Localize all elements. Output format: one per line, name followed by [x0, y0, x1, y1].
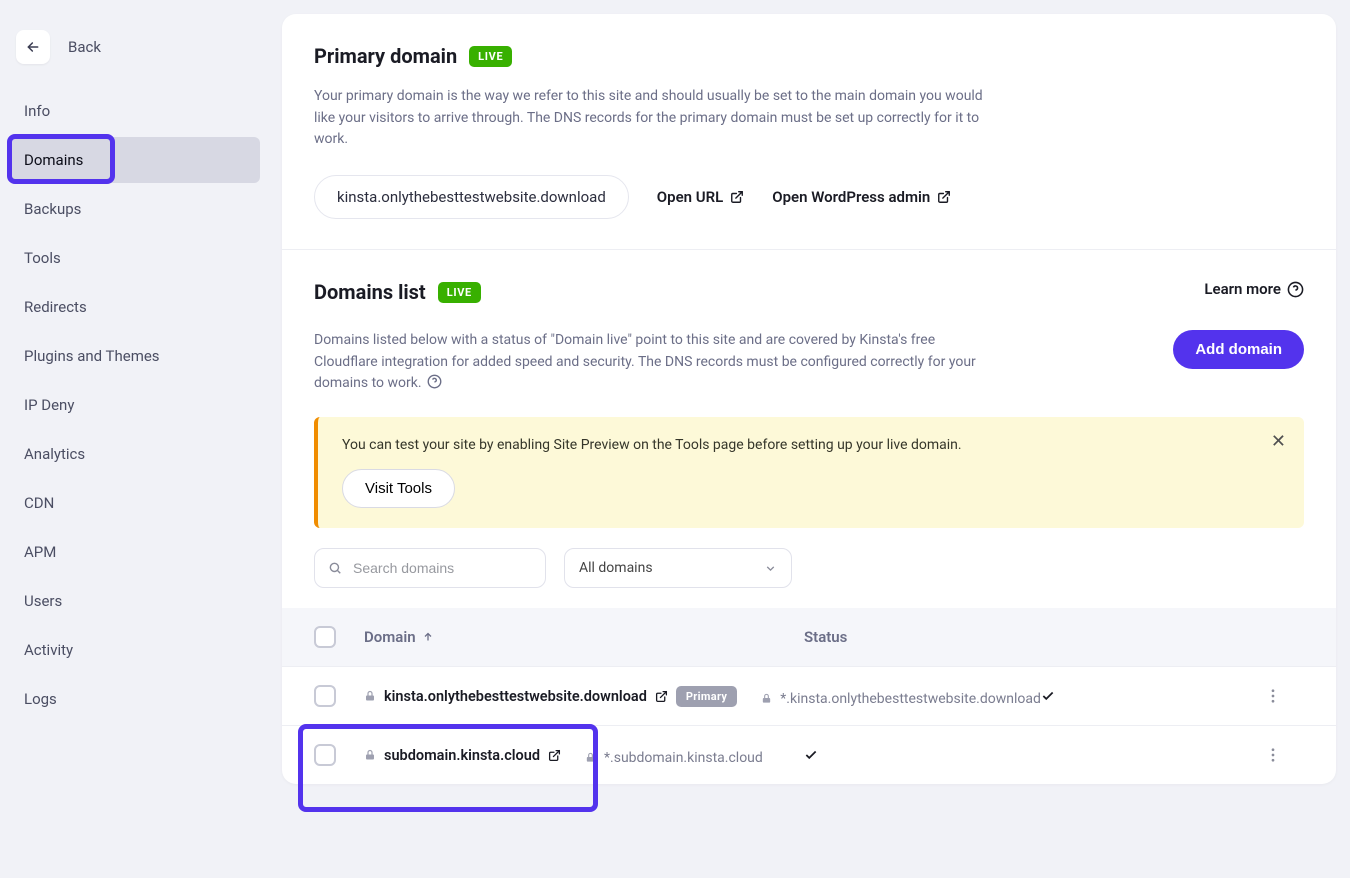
- filter-row: All domains: [282, 548, 1336, 608]
- card: Primary domain LIVE Your primary domain …: [282, 14, 1336, 784]
- sidebar-item-analytics[interactable]: Analytics: [10, 431, 260, 477]
- external-link-icon[interactable]: [655, 690, 668, 703]
- sidebar-item-cdn[interactable]: CDN: [10, 480, 260, 526]
- lock-icon: [761, 693, 772, 704]
- highlight-annotation: [298, 724, 598, 812]
- sidebar-item-domains[interactable]: Domains: [10, 137, 260, 183]
- sidebar-item-users[interactable]: Users: [10, 578, 260, 624]
- back-label: Back: [68, 38, 101, 56]
- close-icon[interactable]: ✕: [1271, 431, 1286, 452]
- domain-filter-select[interactable]: All domains: [564, 548, 792, 588]
- chevron-down-icon: [764, 562, 777, 575]
- domains-list-description: Domains listed below with a status of "D…: [314, 330, 994, 395]
- more-vertical-icon[interactable]: [1264, 687, 1282, 705]
- primary-domain-value: kinsta.onlythebesttestwebsite.download: [314, 175, 629, 219]
- help-circle-icon: [1287, 281, 1304, 298]
- sidebar-item-activity[interactable]: Activity: [10, 627, 260, 673]
- sidebar-item-logs[interactable]: Logs: [10, 676, 260, 722]
- primary-domain-description: Your primary domain is the way we refer …: [314, 86, 994, 151]
- select-all-checkbox[interactable]: [314, 626, 336, 648]
- lock-icon: [364, 749, 376, 761]
- domains-list-section: Domains list LIVE Learn more Domains lis…: [282, 249, 1336, 528]
- check-icon: [804, 748, 818, 762]
- help-circle-icon[interactable]: [427, 374, 442, 389]
- sidebar-item-plugins-and-themes[interactable]: Plugins and Themes: [10, 333, 260, 379]
- live-badge: LIVE: [469, 46, 512, 67]
- column-header-domain[interactable]: Domain: [364, 628, 804, 646]
- sidebar-item-ip-deny[interactable]: IP Deny: [10, 382, 260, 428]
- table-row: kinsta.onlythebesttestwebsite.download P…: [282, 666, 1336, 725]
- back-button[interactable]: Back: [10, 24, 260, 88]
- wildcard-domain: *.kinsta.onlythebesttestwebsite.download: [780, 691, 1041, 707]
- site-preview-notice: ✕ You can test your site by enabling Sit…: [314, 417, 1304, 528]
- row-checkbox[interactable]: [314, 685, 336, 707]
- sidebar-item-tools[interactable]: Tools: [10, 235, 260, 281]
- notice-text: You can test your site by enabling Site …: [342, 437, 1280, 453]
- sidebar-item-backups[interactable]: Backups: [10, 186, 260, 232]
- learn-more-link[interactable]: Learn more: [1204, 280, 1304, 298]
- row-checkbox[interactable]: [314, 744, 336, 766]
- visit-tools-button[interactable]: Visit Tools: [342, 469, 455, 508]
- primary-domain-section: Primary domain LIVE Your primary domain …: [282, 44, 1336, 249]
- lock-icon: [364, 690, 376, 702]
- primary-domain-title: Primary domain: [314, 44, 457, 68]
- domains-list-title: Domains list: [314, 280, 426, 304]
- table-row: subdomain.kinsta.cloud *.subdomain.kinst…: [282, 725, 1336, 784]
- open-url-link[interactable]: Open URL: [657, 188, 744, 206]
- external-link-icon: [730, 190, 744, 204]
- table-header: Domain Status: [282, 608, 1336, 666]
- domain-name[interactable]: kinsta.onlythebesttestwebsite.download: [384, 688, 647, 705]
- sidebar-item-info[interactable]: Info: [10, 88, 260, 134]
- add-domain-button[interactable]: Add domain: [1173, 330, 1304, 369]
- sidebar: Back Info Domains Backups Tools Redirect…: [0, 0, 270, 878]
- sidebar-item-apm[interactable]: APM: [10, 529, 260, 575]
- domain-name[interactable]: subdomain.kinsta.cloud: [384, 747, 540, 764]
- search-domains-input[interactable]: [314, 548, 546, 588]
- wildcard-domain: *.subdomain.kinsta.cloud: [604, 750, 763, 766]
- open-wordpress-admin-link[interactable]: Open WordPress admin: [772, 188, 951, 206]
- arrow-left-icon: [25, 39, 41, 55]
- filter-selected-label: All domains: [579, 560, 653, 576]
- external-link-icon[interactable]: [548, 749, 561, 762]
- lock-icon: [585, 752, 596, 763]
- external-link-icon: [937, 190, 951, 204]
- column-header-status[interactable]: Status: [804, 628, 1264, 646]
- check-icon: [1041, 689, 1055, 703]
- primary-badge: Primary: [676, 686, 737, 707]
- sort-up-icon: [422, 631, 434, 643]
- search-icon: [328, 561, 342, 575]
- live-badge: LIVE: [438, 282, 481, 303]
- search-wrap: [314, 548, 546, 588]
- more-vertical-icon[interactable]: [1264, 746, 1282, 764]
- main-content: Primary domain LIVE Your primary domain …: [270, 0, 1350, 878]
- sidebar-item-redirects[interactable]: Redirects: [10, 284, 260, 330]
- back-icon-wrap: [16, 30, 50, 64]
